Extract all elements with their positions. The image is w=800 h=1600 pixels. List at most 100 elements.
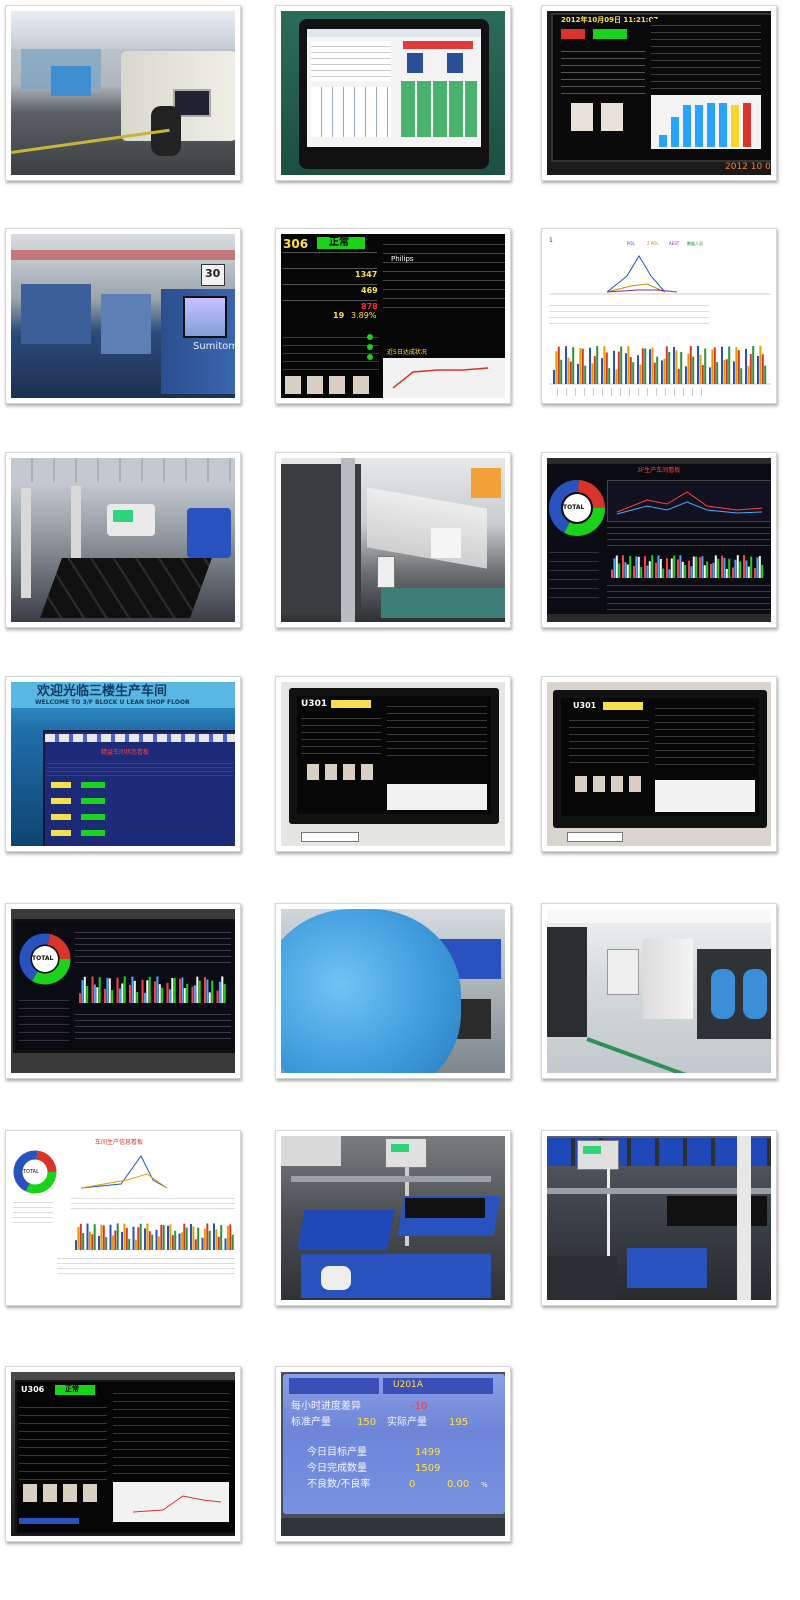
screen-bar xyxy=(655,562,657,578)
photo-card-17[interactable] xyxy=(275,1130,511,1306)
screen-bar xyxy=(713,347,716,384)
screen-bar xyxy=(123,1223,126,1250)
photo-card-10[interactable]: 欢迎光临三楼生产车间 WELCOME TO 3/F BLOCK U LEAN S… xyxy=(5,676,241,852)
photo-card-3[interactable]: 2012年10月09日 11:21:07 2012 10 0 xyxy=(541,5,777,181)
photo-card-11[interactable]: U301 xyxy=(275,676,511,852)
photo-machine-hall: 30 Sumitom xyxy=(11,234,235,398)
photo-card-5[interactable]: 306 正常 1347 469 878 19 3.89% Philips 近5日… xyxy=(275,228,511,404)
screen-bar xyxy=(180,1232,183,1250)
photo-card-2[interactable] xyxy=(275,5,511,181)
screen-bar xyxy=(104,988,106,1003)
photo-monitor-workshop-board: 3F生产车间看板 TOTAL xyxy=(547,458,771,622)
screen-bar xyxy=(656,356,659,384)
photo-card-8[interactable] xyxy=(275,452,511,628)
screen-bar xyxy=(111,1235,114,1250)
screen-bar xyxy=(728,346,731,384)
photo-card-1[interactable] xyxy=(5,5,241,181)
board-title: 精益车间状态看板 xyxy=(101,749,150,756)
screen-bar xyxy=(191,986,194,1003)
photo-card-13[interactable]: TOTAL xyxy=(5,903,241,1079)
screen-bar xyxy=(637,355,639,384)
screen-bar xyxy=(699,557,701,578)
screen-bar xyxy=(627,346,630,384)
screen-bar xyxy=(116,977,119,1003)
screen-bar xyxy=(178,1233,181,1250)
page-marker: 1 xyxy=(549,237,553,244)
screen-bar xyxy=(211,980,214,1003)
screen-bar xyxy=(143,992,146,1003)
screen-bar xyxy=(757,355,759,384)
status-text: 正常 xyxy=(329,237,349,248)
welcome-banner-en: WELCOME TO 3/F BLOCK U LEAN SHOP FLOOR xyxy=(35,699,190,706)
screen-bar xyxy=(620,346,623,384)
screen-bar xyxy=(201,1237,204,1250)
lcd-row1-label: 每小时进度差异 xyxy=(291,1401,361,1412)
supplier-name: Philips xyxy=(391,255,414,263)
screen-bar xyxy=(93,1224,96,1250)
screen-bar xyxy=(747,365,750,384)
photo-lcd-display-u201a: U201A 每小时进度差异 -10 标准产量 150 实际产量 195 今日目标… xyxy=(281,1372,505,1536)
screen-bar xyxy=(689,346,692,384)
screen-bar xyxy=(121,1231,123,1250)
screen-bar xyxy=(167,1225,169,1250)
screen-bar xyxy=(125,1227,128,1250)
screen-bar xyxy=(217,1236,220,1250)
lcd-row4-label: 今日完成数量 xyxy=(307,1463,367,1474)
screen-bar xyxy=(668,569,671,578)
screen-bar xyxy=(646,565,649,578)
photo-welcome-banner: 欢迎光临三楼生产车间 WELCOME TO 3/F BLOCK U LEAN S… xyxy=(11,682,235,846)
screen-bar xyxy=(183,1223,186,1250)
screen-bar xyxy=(169,1224,172,1250)
screen-bar xyxy=(579,348,582,384)
screen-bar xyxy=(158,984,161,1003)
lcd-row5-label: 不良数/不良率 xyxy=(307,1479,371,1490)
screen-bar xyxy=(641,348,644,384)
screen-bar xyxy=(596,346,599,384)
screen-bar xyxy=(161,987,164,1003)
photo-card-7[interactable] xyxy=(5,452,241,628)
screen-bar xyxy=(684,564,687,578)
screen-bar xyxy=(701,556,704,578)
lcd-percent-sign: % xyxy=(481,1481,488,1489)
photo-date-stamp: 2012 10 0 xyxy=(725,162,771,172)
photo-card-12[interactable]: U301 xyxy=(541,676,777,852)
dashboard-timestamp: 2012年10月09日 11:21:07 xyxy=(561,16,659,24)
screen-bar xyxy=(659,559,662,578)
screen-bar xyxy=(635,556,638,578)
screen-bar xyxy=(611,569,613,578)
defect-count: 19 xyxy=(333,311,345,320)
report-bars xyxy=(75,1223,234,1250)
screen-bar xyxy=(710,563,712,578)
photo-card-19[interactable]: U306 正常 xyxy=(5,1366,241,1542)
board2-bars xyxy=(79,976,226,1003)
photo-card-4[interactable]: 30 Sumitom xyxy=(5,228,241,404)
photo-card-15[interactable] xyxy=(541,903,777,1079)
screen-bar xyxy=(601,358,603,384)
screen-bar xyxy=(745,348,747,384)
photo-card-18[interactable] xyxy=(541,1130,777,1306)
screen-bar xyxy=(761,354,764,384)
screen-bar xyxy=(697,346,699,384)
screen-bar xyxy=(144,1228,146,1250)
screen-bar xyxy=(735,347,738,384)
trend-line-sparkline xyxy=(392,367,489,389)
screen-bar xyxy=(157,1236,160,1250)
photo-card-9[interactable]: 3F生产车间看板 TOTAL xyxy=(541,452,777,628)
photo-card-6[interactable]: 1 POL 2 POL AEST 数据人员 xyxy=(541,228,777,404)
photo-card-16[interactable]: 车间生产信息看板 TOTAL xyxy=(5,1130,241,1306)
photo-card-20[interactable]: U201A 每小时进度差异 -10 标准产量 150 实际产量 195 今日目标… xyxy=(275,1366,511,1542)
screen-bar xyxy=(758,556,761,578)
photo-card-14[interactable] xyxy=(275,903,511,1079)
screen-bar xyxy=(560,359,563,384)
screen-bar xyxy=(98,977,101,1003)
screen-bar xyxy=(734,559,737,578)
screen-bar xyxy=(553,370,555,384)
donut2-center-label: TOTAL xyxy=(32,955,54,962)
lcd-row4-value: 1509 xyxy=(415,1463,441,1474)
screen-bar xyxy=(745,560,748,578)
screen-bar xyxy=(91,1234,94,1250)
photo-scale-terminal-bins xyxy=(281,1136,505,1300)
screen-bar xyxy=(134,1239,137,1250)
screen-bar xyxy=(98,1235,100,1250)
photo-workbench-line xyxy=(281,458,505,622)
